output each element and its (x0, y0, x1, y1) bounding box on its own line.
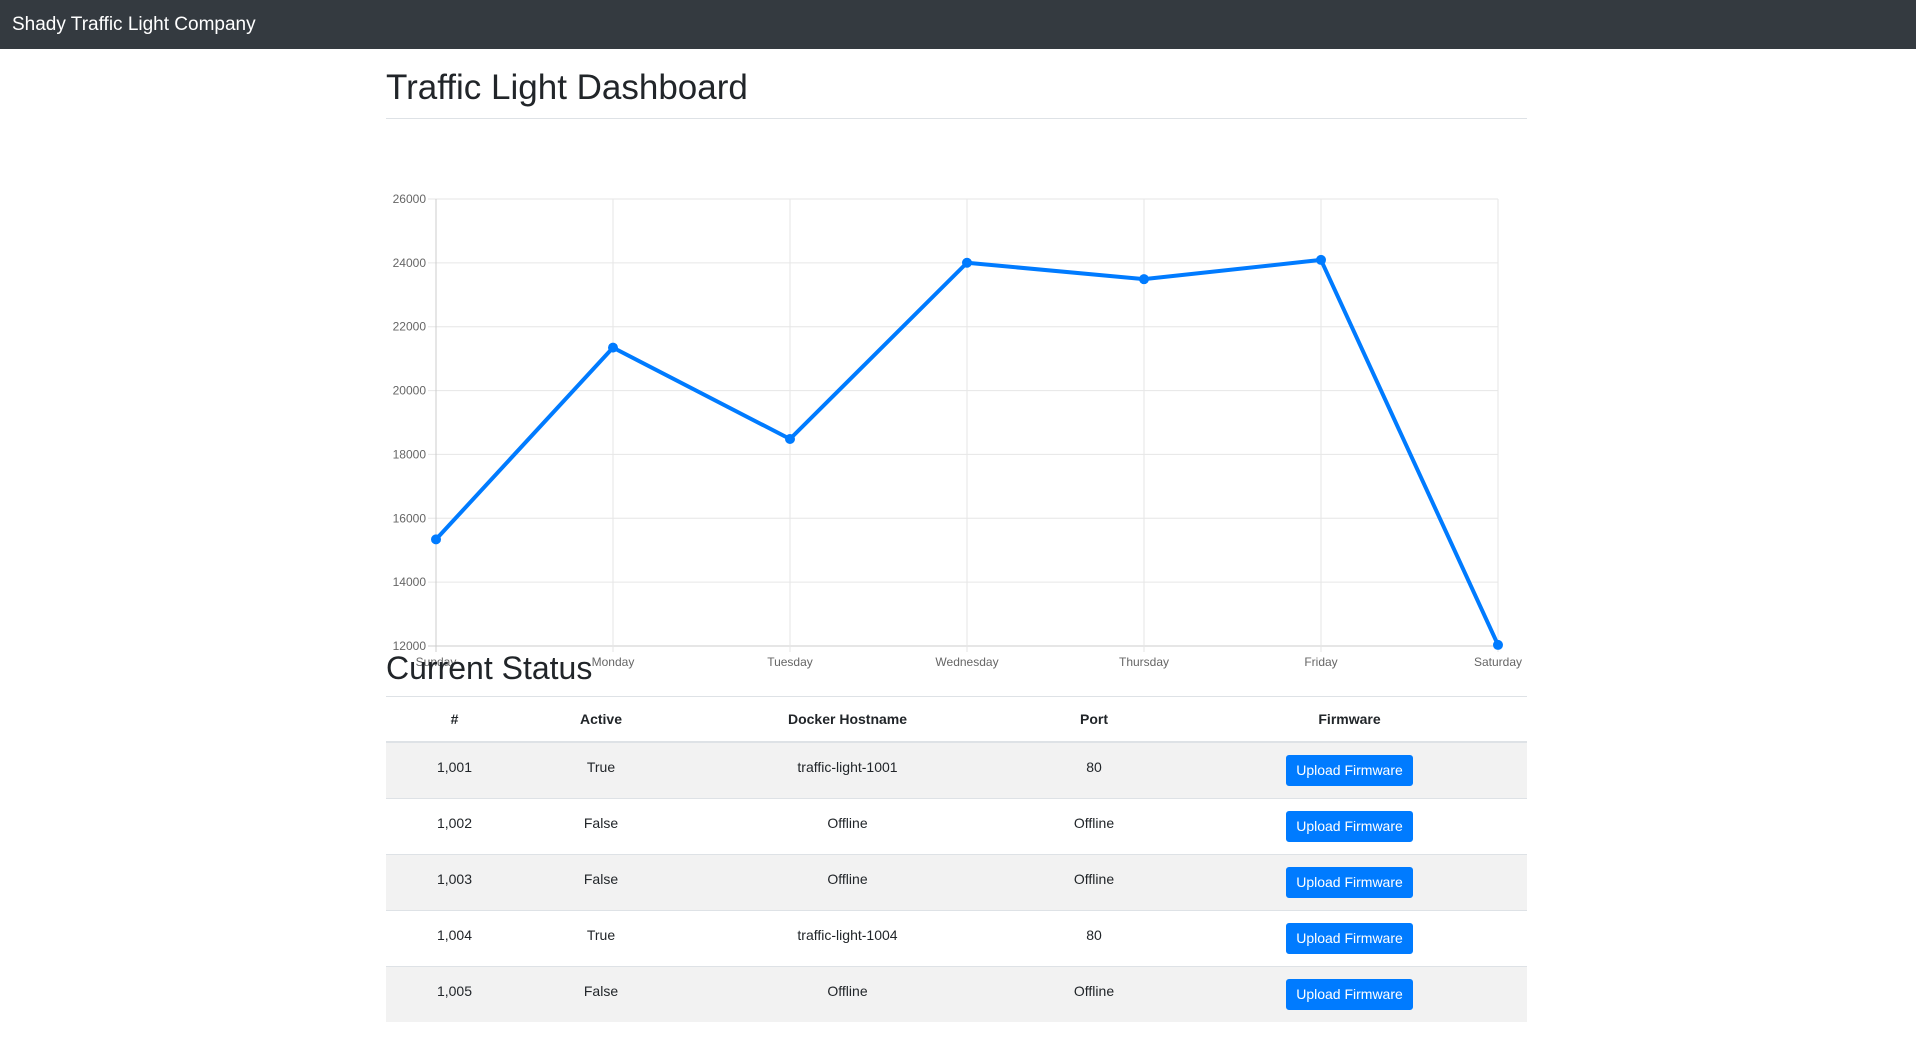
upload-firmware-button[interactable]: Upload Firmware (1286, 811, 1413, 842)
cell-id: 1,005 (386, 966, 523, 1022)
table-row: 1,003 False Offline Offline Upload Firmw… (386, 854, 1527, 911)
cell-id: 1,004 (386, 910, 523, 967)
y-tick-label: 22000 (393, 320, 427, 334)
cell-active: False (523, 966, 679, 1022)
y-tick-label: 18000 (393, 447, 427, 461)
y-tick-label: 24000 (393, 256, 427, 270)
cell-port: 80 (1016, 910, 1172, 967)
data-point (1316, 254, 1326, 265)
cell-active: False (523, 798, 679, 855)
cell-firmware: Upload Firmware (1172, 910, 1527, 967)
cell-hostname: Offline (679, 798, 1016, 855)
page-title: Traffic Light Dashboard (386, 68, 748, 107)
cell-id: 1,001 (386, 741, 523, 799)
table-row: 1,004 True traffic-light-1004 80 Upload … (386, 910, 1527, 967)
cell-hostname: traffic-light-1001 (679, 741, 1016, 799)
data-point (962, 257, 972, 268)
chart-svg: 2600024000220002000018000160001400012000… (393, 192, 1522, 669)
column-header-active: Active (523, 696, 679, 743)
data-point (785, 434, 795, 445)
cell-hostname: Offline (679, 966, 1016, 1022)
cell-firmware: Upload Firmware (1172, 854, 1527, 911)
x-tick-label: Tuesday (767, 655, 813, 669)
data-point (1493, 639, 1503, 650)
y-axis-ticks: 2600024000220002000018000160001400012000 (393, 192, 427, 653)
y-tick-label: 16000 (393, 511, 427, 525)
cell-port: Offline (1016, 854, 1172, 911)
data-point (608, 342, 618, 353)
upload-firmware-button[interactable]: Upload Firmware (1286, 923, 1413, 954)
y-tick-label: 26000 (393, 192, 427, 206)
table-header-row: # Active Docker Hostname Port Firmware (386, 696, 1527, 743)
table-row: 1,005 False Offline Offline Upload Firmw… (386, 966, 1527, 1022)
x-tick-label: Monday (592, 655, 635, 669)
cell-port: Offline (1016, 966, 1172, 1022)
x-tick-label: Saturday (1474, 655, 1522, 669)
column-header-hostname: Docker Hostname (679, 696, 1016, 743)
table-row: 1,002 False Offline Offline Upload Firmw… (386, 798, 1527, 855)
title-divider (386, 118, 1527, 119)
current-status-title: Current Status (386, 650, 593, 686)
cell-id: 1,003 (386, 854, 523, 911)
top-navbar: Shady Traffic Light Company (0, 0, 1916, 49)
cell-port: 80 (1016, 741, 1172, 799)
cell-firmware: Upload Firmware (1172, 966, 1527, 1022)
y-tick-label: 20000 (393, 384, 427, 398)
cell-hostname: Offline (679, 854, 1016, 911)
navbar-brand[interactable]: Shady Traffic Light Company (12, 14, 256, 36)
cell-id: 1,002 (386, 798, 523, 855)
x-tick-label: Wednesday (935, 655, 998, 669)
table-row: 1,001 True traffic-light-1001 80 Upload … (386, 741, 1527, 799)
upload-firmware-button[interactable]: Upload Firmware (1286, 979, 1413, 1010)
cell-active: True (523, 910, 679, 967)
x-tick-label: Thursday (1119, 655, 1169, 669)
traffic-line-chart: 26000 24000 22000 20000 18000 16000 14000 12000… (386, 140, 1527, 680)
status-table: # Active Docker Hostname Port Firmware 1… (386, 696, 1527, 1022)
cell-firmware: Upload Firmware (1172, 798, 1527, 855)
cell-active: True (523, 741, 679, 799)
cell-active: False (523, 854, 679, 911)
data-point (431, 534, 441, 545)
x-tick-label: Friday (1304, 655, 1337, 669)
column-header-firmware: Firmware (1172, 696, 1527, 743)
column-header-number: # (386, 696, 523, 743)
cell-firmware: Upload Firmware (1172, 741, 1527, 799)
column-header-port: Port (1016, 696, 1172, 743)
upload-firmware-button[interactable]: Upload Firmware (1286, 867, 1413, 898)
cell-port: Offline (1016, 798, 1172, 855)
upload-firmware-button[interactable]: Upload Firmware (1286, 755, 1413, 786)
data-point (1139, 274, 1149, 285)
cell-hostname: traffic-light-1004 (679, 910, 1016, 967)
y-tick-label: 14000 (393, 575, 427, 589)
